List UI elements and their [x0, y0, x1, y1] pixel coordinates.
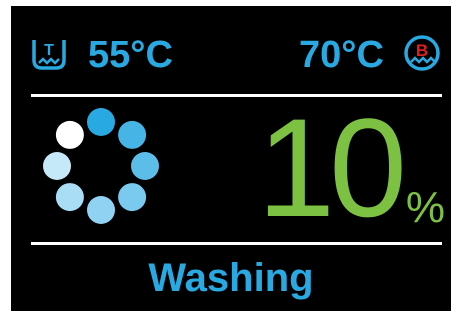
tank-temperature: 55°C [88, 34, 173, 76]
spinner-dot [55, 183, 84, 212]
bottom-divider [31, 242, 442, 245]
dishwasher-display: T 55°C 70°C B 10 % Washing [11, 6, 451, 311]
tank-thermometer-icon: T [32, 40, 66, 70]
boiler-temperature: 70°C [299, 34, 384, 76]
svg-text:T: T [44, 42, 54, 59]
progress-unit: % [405, 183, 445, 232]
progress-value: 10 [257, 89, 407, 246]
loading-spinner-icon [43, 108, 159, 224]
spinner-dot [55, 120, 84, 149]
spinner-dot [43, 152, 71, 180]
spinner-dot [87, 196, 115, 224]
spinner-dot [131, 152, 159, 180]
svg-text:B: B [416, 41, 428, 60]
spinner-dot [87, 108, 115, 136]
spinner-dot [118, 183, 147, 212]
boiler-icon: B [404, 35, 440, 71]
progress-readout: 10 % [251, 98, 451, 240]
cycle-status: Washing [148, 256, 314, 300]
spinner-dot [118, 120, 147, 149]
temperature-bar: T 55°C 70°C B [11, 6, 451, 92]
